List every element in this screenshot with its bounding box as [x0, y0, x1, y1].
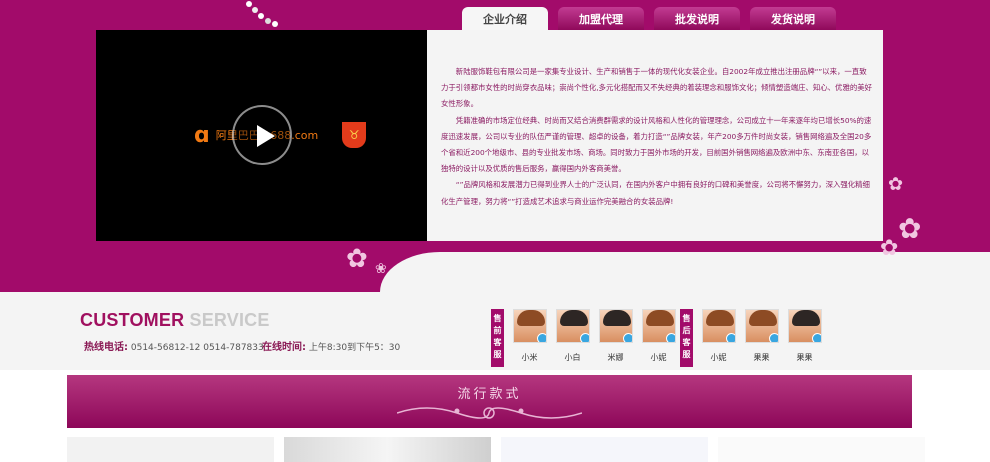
product-thumbnail[interactable] — [501, 437, 708, 462]
flower-icon: ✿ — [880, 236, 899, 261]
qq-icon — [536, 333, 546, 342]
hero-curve-divider — [380, 252, 990, 292]
bull-shield-icon: ♉ — [342, 122, 367, 148]
qq-icon — [622, 333, 632, 342]
agent-guoguo[interactable]: 果果 — [740, 309, 783, 363]
agent-mina[interactable]: 米娜 — [594, 309, 637, 363]
qq-icon — [725, 333, 735, 342]
tab-shipping[interactable]: 发货说明 — [750, 7, 836, 31]
company-intro-panel: 新陆服饰鞋包有限公司是一家集专业设计、生产和销售于一体的现代化女装企业。自200… — [427, 30, 883, 241]
intro-paragraph: “”品牌风格和发展潜力已得到业界人士的广泛认同，在国内外客户中拥有良好的口碑和美… — [441, 180, 870, 206]
video-player[interactable]: ɑ 阿里巴巴 1688.com ♉ — [96, 30, 427, 241]
aftersale-label: 售后客服 — [680, 309, 693, 367]
presale-service-group: 售前客服 小米 小白 米娜 小妮 — [491, 309, 680, 367]
scroll-ornament-icon — [397, 407, 582, 419]
aftersale-service-group: 售后客服 小妮 果果 果果 — [680, 309, 826, 367]
online-hours: 在线时间: 上午8:30到下午5：30 — [262, 342, 401, 353]
avatar — [512, 309, 547, 343]
qq-icon — [811, 333, 821, 342]
avatar — [555, 309, 590, 343]
bead-necklace-icon — [246, 1, 278, 27]
avatar — [701, 309, 736, 343]
alibaba-mark-icon: ɑ — [194, 122, 210, 148]
qq-icon — [768, 333, 778, 342]
hotline: 热线电话: 0514-56812-12 0514-787833 — [84, 342, 264, 353]
tab-franchise[interactable]: 加盟代理 — [558, 7, 644, 31]
tab-company-intro[interactable]: 企业介绍 — [462, 7, 548, 31]
qq-icon — [665, 333, 675, 342]
flower-icon: ✿ — [888, 174, 904, 195]
agent-xiaoni[interactable]: 小妮 — [637, 309, 680, 363]
avatar — [598, 309, 633, 343]
avatar — [641, 309, 676, 343]
agent-xiaobai[interactable]: 小白 — [551, 309, 594, 363]
agent-guoguo[interactable]: 果果 — [783, 309, 826, 363]
product-thumbnail[interactable] — [284, 437, 491, 462]
tab-wholesale[interactable]: 批发说明 — [654, 7, 740, 31]
banner-title: 流行款式 — [457, 387, 522, 402]
agent-xiaomi[interactable]: 小米 — [508, 309, 551, 363]
avatar — [744, 309, 779, 343]
flower-icon: ✿ — [898, 212, 922, 245]
tab-bar: 企业介绍 加盟代理 批发说明 发货说明 — [462, 7, 836, 31]
intro-paragraph: 新陆服饰鞋包有限公司是一家集专业设计、生产和销售于一体的现代化女装企业。自200… — [441, 67, 873, 109]
presale-label: 售前客服 — [491, 309, 504, 367]
qq-icon — [579, 333, 589, 342]
play-button[interactable] — [232, 105, 292, 165]
avatar — [787, 309, 822, 343]
product-grid — [67, 437, 925, 462]
intro-paragraph: 凭籍准确的市场定位经典、时尚而又结合消费群需求的设计风格和人性化的管理理念，公司… — [441, 115, 872, 174]
agent-xiaoni[interactable]: 小妮 — [697, 309, 740, 363]
flower-icon: ✿ — [346, 244, 368, 274]
trending-styles-banner: 流行款式 — [67, 375, 912, 428]
product-thumbnail[interactable] — [67, 437, 274, 462]
customer-service-title: CUSTOMER SERVICE — [80, 310, 270, 330]
flower-icon: ❀ — [375, 261, 387, 277]
product-thumbnail[interactable] — [718, 437, 925, 462]
